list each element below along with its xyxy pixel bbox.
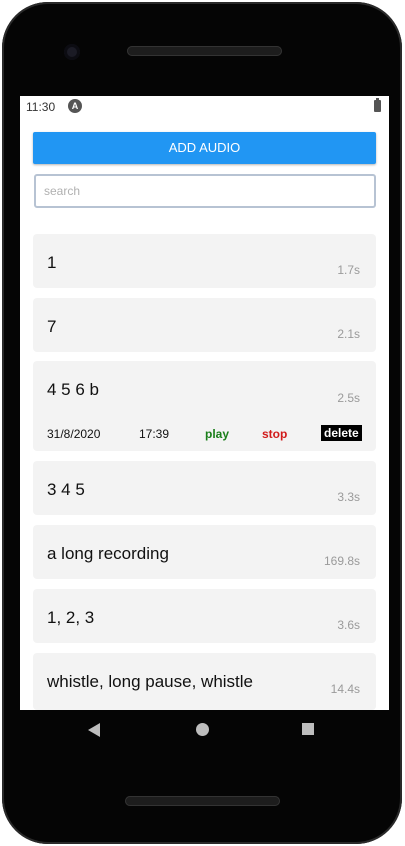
recording-title: 1, 2, 3 xyxy=(47,608,95,627)
delete-button[interactable]: delete xyxy=(321,425,362,441)
recording-duration: 3.6s xyxy=(337,618,360,632)
app-notification-icon: A xyxy=(68,99,82,113)
recording-title: 7 xyxy=(47,317,57,336)
bottom-speaker xyxy=(125,796,280,806)
recording-duration: 2.1s xyxy=(337,327,360,341)
recording-duration: 1.7s xyxy=(337,263,360,277)
recording-card[interactable]: 1, 2, 3 3.6s xyxy=(33,589,376,643)
play-button[interactable]: play xyxy=(205,427,229,441)
recording-duration: 3.3s xyxy=(337,490,360,504)
search-input[interactable] xyxy=(36,176,364,206)
recording-card[interactable]: a long recording 169.8s xyxy=(33,525,376,579)
recording-title: 4 5 6 b xyxy=(47,380,99,399)
back-icon[interactable] xyxy=(88,723,100,737)
home-icon[interactable] xyxy=(196,723,209,736)
front-camera xyxy=(64,44,80,60)
recording-details-row: 31/8/2020 17:39 play stop delete xyxy=(47,425,362,443)
battery-icon xyxy=(374,98,381,112)
recording-card[interactable]: 3 4 5 3.3s xyxy=(33,461,376,515)
add-audio-button[interactable]: ADD AUDIO xyxy=(33,132,376,164)
recording-date: 31/8/2020 xyxy=(47,427,101,441)
recent-apps-icon[interactable] xyxy=(302,723,314,735)
earpiece-speaker xyxy=(127,46,282,56)
recording-duration: 169.8s xyxy=(323,554,360,568)
recording-title: 1 xyxy=(47,253,57,272)
recording-title: a long recording xyxy=(47,544,169,563)
recording-card[interactable]: 7 2.1s xyxy=(33,298,376,352)
recording-time: 17:39 xyxy=(139,427,170,441)
status-bar: 11:30 A xyxy=(20,96,389,118)
app-screen: 11:30 A ADD AUDIO 1 1.7s 7 2.1s 4 5 6 b … xyxy=(20,96,389,710)
recording-duration: 2.5s xyxy=(337,391,360,405)
recording-duration: 14.4s xyxy=(330,682,360,696)
recording-card-expanded[interactable]: 4 5 6 b 2.5s 31/8/2020 17:39 play stop d… xyxy=(33,361,376,451)
recording-card[interactable]: 1 1.7s xyxy=(33,234,376,288)
stop-button[interactable]: stop xyxy=(262,427,287,441)
status-time: 11:30 xyxy=(26,100,56,114)
recording-title: 3 4 5 xyxy=(47,480,85,499)
search-box[interactable] xyxy=(34,174,376,208)
android-nav-bar xyxy=(0,708,405,753)
recording-title: whistle, long pause, whistle xyxy=(47,672,254,691)
recording-card[interactable]: whistle, long pause, whistle 14.4s xyxy=(33,653,376,710)
